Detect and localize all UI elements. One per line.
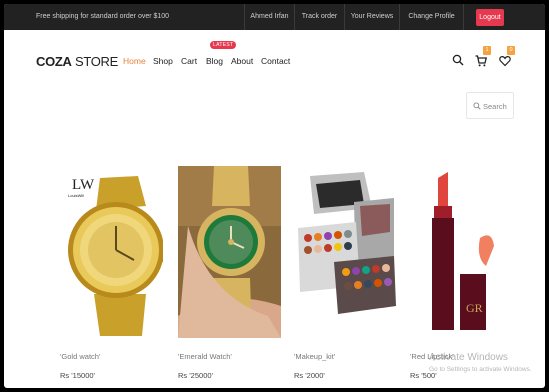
site-logo[interactable]: COZA STORE — [36, 54, 118, 69]
product-name[interactable]: 'Gold watch' — [60, 352, 100, 361]
product-card[interactable]: 'Makeup_kit' Rs '2000' — [294, 166, 397, 380]
search-filter-button[interactable]: Search — [466, 92, 514, 119]
product-card[interactable]: LW LouisWill 'Gold watch' Rs '15000' — [60, 166, 163, 380]
logo-bold: COZA — [36, 54, 72, 69]
app-frame: Free shipping for standard order over $1… — [4, 4, 545, 388]
cart-icon[interactable] — [475, 54, 488, 72]
product-card[interactable]: 'Emerald Watch' Rs '25000' — [178, 166, 281, 380]
cart-count-badge: 1 — [483, 46, 491, 55]
topbar-link-reviews[interactable]: Your Reviews — [344, 4, 399, 30]
product-price: Rs '25000' — [178, 371, 213, 380]
watermark-title: Activate Windows — [429, 352, 508, 363]
nav-about[interactable]: About — [231, 56, 253, 66]
nav-blog[interactable]: Blog — [206, 56, 223, 66]
topbar-link-track-order[interactable]: Track order — [294, 4, 344, 30]
brand-logo-mark: LW — [72, 177, 95, 193]
logout-button[interactable]: Logout — [476, 9, 504, 26]
product-name[interactable]: 'Makeup_kit' — [294, 352, 335, 361]
topbar-divider — [463, 4, 464, 30]
topbar-link-user[interactable]: Ahmed Irfan — [244, 4, 294, 30]
search-icon — [473, 102, 481, 112]
product-image[interactable]: LW LouisWill — [60, 166, 163, 338]
search-icon[interactable] — [452, 53, 464, 71]
nav-shop[interactable]: Shop — [153, 56, 173, 66]
product-image[interactable] — [294, 166, 397, 338]
product-price: Rs '2000' — [294, 371, 325, 380]
product-price: Rs '15000' — [60, 371, 95, 380]
brand-logo-text: LouisWill — [68, 193, 84, 198]
nav-contact[interactable]: Contact — [261, 56, 290, 66]
product-name[interactable]: 'Emerald Watch' — [178, 352, 232, 361]
wishlist-count-badge: 0 — [507, 46, 515, 55]
topbar-link-change-profile[interactable]: Change Profile — [399, 4, 463, 30]
watermark-subtitle: Go to Settings to activate Windows. — [429, 366, 532, 373]
product-image[interactable] — [178, 166, 281, 338]
nav-home[interactable]: Home — [123, 56, 146, 66]
top-bar: Free shipping for standard order over $1… — [4, 4, 545, 30]
heart-icon[interactable] — [499, 54, 511, 72]
svg-text:GR: GR — [466, 301, 483, 315]
product-image[interactable]: GR — [410, 166, 513, 338]
shipping-notice: Free shipping for standard order over $1… — [36, 13, 170, 20]
blog-latest-badge: LATEST — [210, 41, 237, 49]
product-card[interactable]: GR 'Red Lipstick' Rs '500' — [410, 166, 513, 380]
search-label: Search — [483, 102, 507, 111]
logo-light: STORE — [71, 54, 119, 69]
activation-watermark: Activate Windows Go to Settings to activ… — [429, 352, 532, 373]
nav-cart[interactable]: Cart — [181, 56, 197, 66]
